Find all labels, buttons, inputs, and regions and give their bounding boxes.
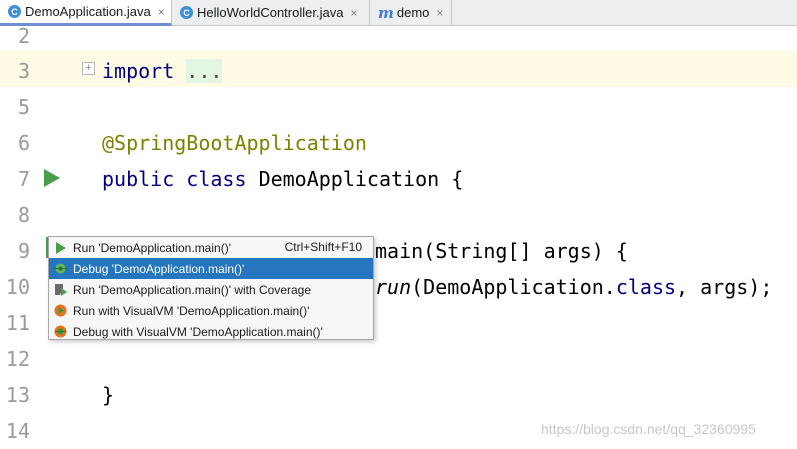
popup-item-debug[interactable]: Debug 'DemoApplication.main()' — [49, 258, 373, 279]
tab-hello-world-controller[interactable]: C HelloWorldController.java × — [172, 0, 370, 25]
line-number: 7 — [17, 167, 30, 191]
run-context-popup: Run 'DemoApplication.main()' Ctrl+Shift+… — [48, 236, 374, 340]
popup-item-label: Run with VisualVM 'DemoApplication.main(… — [73, 303, 310, 318]
popup-item-label: Debug 'DemoApplication.main()' — [73, 261, 245, 276]
close-icon[interactable]: × — [436, 6, 443, 20]
java-class-icon: C — [180, 6, 193, 19]
code-line-close-brace[interactable]: } — [102, 377, 114, 413]
shortcut-label: Ctrl+Shift+F10 — [284, 240, 362, 254]
debug-icon — [54, 262, 67, 275]
editor-tab-bar: C DemoApplication.java × C HelloWorldCon… — [0, 0, 797, 26]
keyword: public — [102, 167, 175, 191]
run-icon — [54, 241, 67, 254]
method-call: run — [375, 275, 412, 299]
line-number: 13 — [5, 383, 30, 407]
code-line-import[interactable]: import ... — [102, 53, 223, 89]
tab-demo[interactable]: m demo × — [370, 0, 452, 25]
popup-item-visualvm-debug[interactable]: Debug with VisualVM 'DemoApplication.mai… — [49, 321, 373, 342]
folded-imports[interactable]: ... — [186, 59, 223, 83]
code-line-annotation[interactable]: @SpringBootApplication — [102, 125, 367, 161]
code-line-class-decl[interactable]: public class DemoApplication { — [102, 161, 463, 197]
visualvm-run-icon — [54, 304, 67, 317]
coverage-icon — [54, 283, 67, 296]
line-number: 2 — [17, 24, 30, 48]
line-number: 14 — [5, 419, 30, 443]
java-class-icon: C — [8, 5, 21, 18]
line-number: 9 — [17, 239, 30, 263]
maven-module-icon: m — [378, 3, 394, 22]
keyword: class — [615, 275, 677, 299]
fold-expand-icon[interactable]: + — [82, 62, 95, 75]
line-number: 8 — [17, 203, 30, 227]
line-number: 11 — [5, 311, 30, 335]
code-text: (DemoApplication. — [411, 275, 616, 299]
line-number: 6 — [17, 131, 30, 155]
watermark: https://blog.csdn.net/qq_32360995 — [541, 421, 756, 437]
popup-item-label: Run 'DemoApplication.main()' with Covera… — [73, 282, 312, 297]
close-icon[interactable]: × — [350, 6, 357, 20]
tab-label: HelloWorldController.java — [197, 5, 344, 20]
line-number: 5 — [17, 95, 30, 119]
class-name: DemoApplication { — [258, 167, 464, 191]
code-text: , args); — [676, 275, 773, 299]
line-number: 10 — [5, 275, 30, 299]
line-number: 12 — [5, 347, 30, 371]
line-number: 3 — [17, 59, 30, 83]
popup-item-label: Debug with VisualVM 'DemoApplication.mai… — [73, 324, 323, 339]
popup-item-visualvm-run[interactable]: Run with VisualVM 'DemoApplication.main(… — [49, 300, 373, 321]
popup-item-coverage[interactable]: Run 'DemoApplication.main()' with Covera… — [49, 279, 373, 300]
popup-item-run[interactable]: Run 'DemoApplication.main()' Ctrl+Shift+… — [49, 237, 373, 258]
tab-label: DemoApplication.java — [25, 4, 151, 19]
keyword: class — [186, 167, 247, 191]
close-icon[interactable]: × — [158, 5, 165, 19]
keyword: import — [102, 59, 175, 83]
code-line-run[interactable]: run(DemoApplication.class, args); — [375, 269, 772, 305]
visualvm-debug-icon — [54, 325, 67, 338]
code-line-main[interactable]: main(String[] args) { — [375, 233, 628, 269]
tab-label: demo — [396, 5, 430, 20]
run-gutter-icon[interactable] — [44, 169, 60, 187]
popup-item-label: Run 'DemoApplication.main()' — [73, 240, 231, 255]
